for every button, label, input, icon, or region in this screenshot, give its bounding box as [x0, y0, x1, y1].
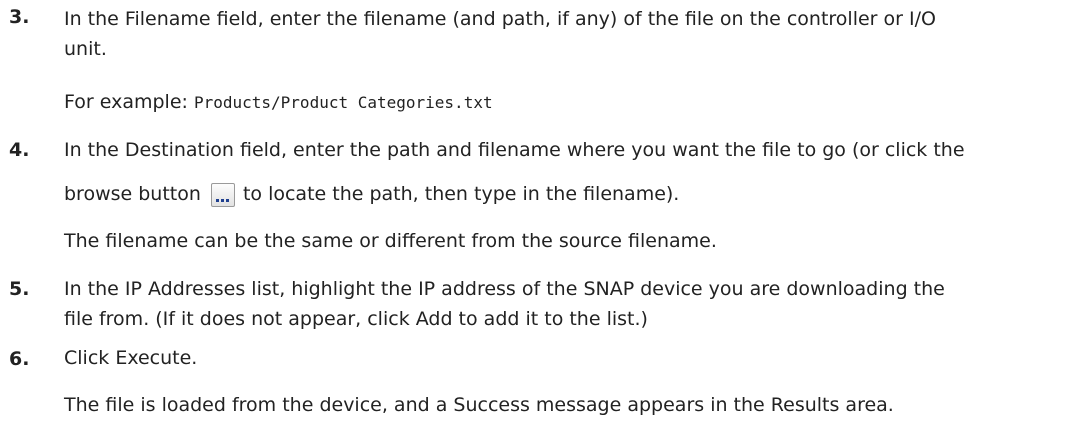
- step-text-line: Click Execute.: [64, 347, 198, 369]
- step-text-line: In the Filename field, enter the filenam…: [64, 8, 936, 30]
- example-line: For example: Products/Product Categories…: [64, 89, 493, 116]
- step-number: 5.: [9, 278, 30, 300]
- step-number: 4.: [9, 139, 30, 161]
- note-filename: The filename can be the same or differen…: [64, 230, 717, 252]
- step-number: 3.: [9, 6, 30, 28]
- step-text-fragment: browse button: [64, 183, 201, 205]
- step-text-line: In the Destination field, enter the path…: [64, 139, 965, 161]
- step-text-line: file from. (If it does not appear, click…: [64, 308, 648, 330]
- step-text: In the Destination field, enter the path…: [64, 128, 965, 216]
- example-label: For example:: [64, 91, 188, 113]
- browse-ellipsis-icon: [215, 199, 230, 202]
- step-text: Click Execute.: [64, 344, 197, 373]
- note-file-loaded: The file is loaded from the device, and …: [64, 394, 894, 416]
- step-number: 6.: [9, 348, 30, 370]
- example-code: Products/Product Categories.txt: [193, 93, 493, 112]
- browse-button: [210, 183, 235, 207]
- step-text-line: In the IP Addresses list, highlight the …: [64, 278, 945, 300]
- step-text-fragment: to locate the path, then type in the fil…: [242, 183, 680, 205]
- step-text: In the IP Addresses list, highlight the …: [64, 274, 945, 334]
- step-text-line: unit.: [64, 38, 107, 60]
- step-text: In the Filename field, enter the filenam…: [64, 4, 936, 64]
- instruction-page: 3. In the Filename field, enter the file…: [0, 0, 1075, 445]
- step-text-line-2: browse button to locate the path, then t…: [64, 172, 965, 216]
